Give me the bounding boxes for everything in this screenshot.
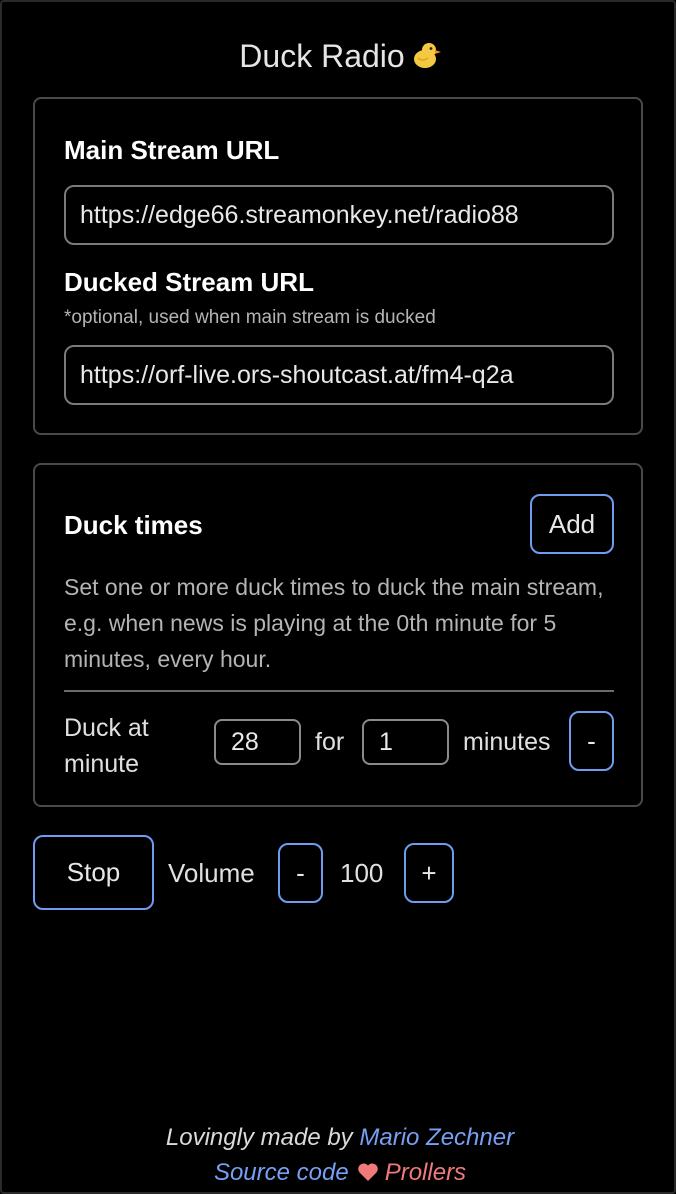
heart-icon <box>357 1163 378 1181</box>
divider <box>64 690 614 692</box>
prollers-link[interactable]: Prollers <box>385 1159 466 1186</box>
ducked-stream-note: *optional, used when main stream is duck… <box>64 307 436 328</box>
main-stream-url-input[interactable]: https://edge66.streamonkey.net/radio88 <box>64 185 614 245</box>
volume-down-button[interactable]: - <box>278 843 323 903</box>
add-duck-time-button[interactable]: Add <box>530 494 614 554</box>
duck-times-description: Set one or more duck times to duck the m… <box>64 574 604 672</box>
volume-label: Volume <box>168 858 255 888</box>
stop-button[interactable]: Stop <box>33 835 154 910</box>
for-label: for <box>315 728 345 756</box>
page-title: Duck Radio <box>2 38 676 75</box>
footer-links: Source code Prollers <box>2 1159 676 1187</box>
stream-settings-card: Main Stream URL https://edge66.streamonk… <box>33 97 643 435</box>
author-link[interactable]: Mario Zechner <box>359 1124 514 1151</box>
duck-at-minute-label: Duck at minute <box>64 714 149 778</box>
duck-minute-input[interactable]: 28 <box>214 719 301 765</box>
volume-value: 100 <box>340 858 384 888</box>
source-code-link[interactable]: Source code <box>214 1159 349 1186</box>
app-window: Duck Radio Main Stream URL https://edge6… <box>0 0 676 1194</box>
duck-times-card: Duck times Add Set one or more duck time… <box>33 463 643 807</box>
duck-duration-input[interactable]: 1 <box>362 719 449 765</box>
footer-credit: Lovingly made by Mario Zechner <box>2 1124 676 1152</box>
page-title-text: Duck Radio <box>239 38 405 74</box>
made-by-text: Lovingly made by <box>165 1124 353 1151</box>
duck-times-heading: Duck times <box>64 510 203 540</box>
volume-up-button[interactable]: + <box>404 843 454 903</box>
minutes-label: minutes <box>463 728 551 756</box>
ducked-stream-label: Ducked Stream URL <box>64 267 314 297</box>
main-stream-label: Main Stream URL <box>64 135 280 165</box>
duck-icon <box>413 43 441 68</box>
remove-duck-time-button[interactable]: - <box>569 711 614 771</box>
ducked-stream-url-input[interactable]: https://orf-live.ors-shoutcast.at/fm4-q2… <box>64 345 614 405</box>
